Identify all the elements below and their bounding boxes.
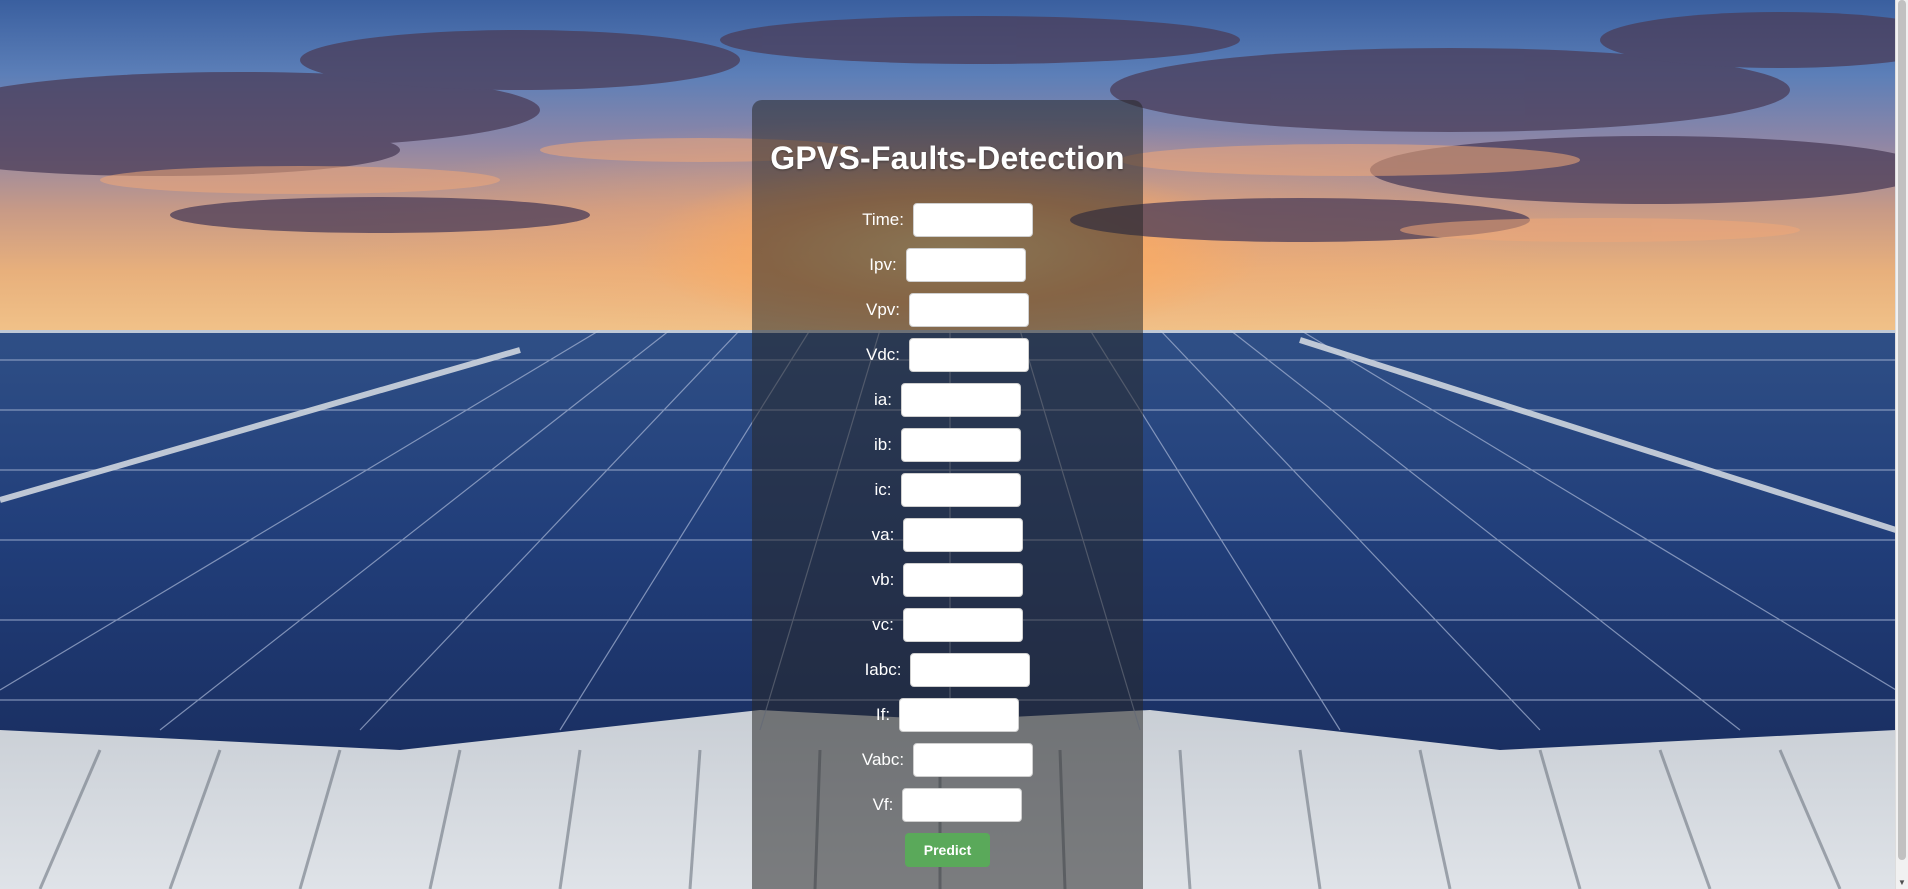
- ib-label: ib:: [874, 434, 892, 454]
- ic-label: ic:: [874, 479, 892, 499]
- field-row-time: Time:: [752, 197, 1143, 242]
- ia-label: ia:: [874, 389, 892, 409]
- field-row-vc: vc:: [752, 602, 1143, 647]
- scroll-down-arrow-icon[interactable]: ▼: [1896, 875, 1908, 889]
- field-row-vf: Vf:: [752, 782, 1143, 827]
- vdc-label: Vdc:: [865, 344, 901, 364]
- field-row-va: va:: [752, 512, 1143, 557]
- iabc-label: Iabc:: [864, 659, 902, 679]
- vb-input[interactable]: [903, 562, 1024, 597]
- va-label: va:: [871, 524, 895, 544]
- field-row-vb: vb:: [752, 557, 1143, 602]
- vpv-label: Vpv:: [865, 299, 901, 319]
- field-row-vpv: Vpv:: [752, 287, 1143, 332]
- vf-input[interactable]: [902, 787, 1023, 822]
- va-input[interactable]: [903, 517, 1024, 552]
- predict-button[interactable]: Predict: [905, 833, 990, 867]
- fault-detection-form-card: GPVS-Faults-Detection Time: Ipv: Vpv: Vd…: [752, 100, 1143, 889]
- prediction-form: Time: Ipv: Vpv: Vdc: ia: ib: ic: va: vb:…: [752, 197, 1143, 867]
- ib-input[interactable]: [900, 427, 1021, 462]
- vertical-scrollbar[interactable]: ▼: [1895, 0, 1908, 889]
- ipv-input[interactable]: [905, 247, 1026, 282]
- vc-label: vc:: [872, 614, 894, 634]
- iabc-input[interactable]: [910, 652, 1031, 687]
- vdc-input[interactable]: [909, 337, 1030, 372]
- ipv-label: Ipv:: [869, 254, 897, 274]
- field-row-ia: ia:: [752, 377, 1143, 422]
- if-label: If:: [875, 704, 891, 724]
- page-title: GPVS-Faults-Detection: [770, 140, 1125, 176]
- vabc-label: Vabc:: [861, 749, 905, 769]
- field-row-iabc: Iabc:: [752, 647, 1143, 692]
- vc-input[interactable]: [902, 607, 1023, 642]
- field-row-vdc: Vdc:: [752, 332, 1143, 377]
- ia-input[interactable]: [900, 382, 1021, 417]
- ic-input[interactable]: [900, 472, 1021, 507]
- if-input[interactable]: [899, 697, 1020, 732]
- time-input[interactable]: [912, 202, 1033, 237]
- vpv-input[interactable]: [909, 292, 1030, 327]
- submit-row: Predict: [752, 833, 1143, 867]
- field-row-vabc: Vabc:: [752, 737, 1143, 782]
- time-label: Time:: [862, 209, 904, 229]
- field-row-if: If:: [752, 692, 1143, 737]
- field-row-ipv: Ipv:: [752, 242, 1143, 287]
- vb-label: vb:: [871, 569, 895, 589]
- field-row-ic: ic:: [752, 467, 1143, 512]
- vf-label: Vf:: [872, 794, 894, 814]
- page-viewport: GPVS-Faults-Detection Time: Ipv: Vpv: Vd…: [0, 0, 1908, 889]
- vabc-input[interactable]: [913, 742, 1034, 777]
- scrollbar-thumb[interactable]: [1898, 0, 1906, 860]
- field-row-ib: ib:: [752, 422, 1143, 467]
